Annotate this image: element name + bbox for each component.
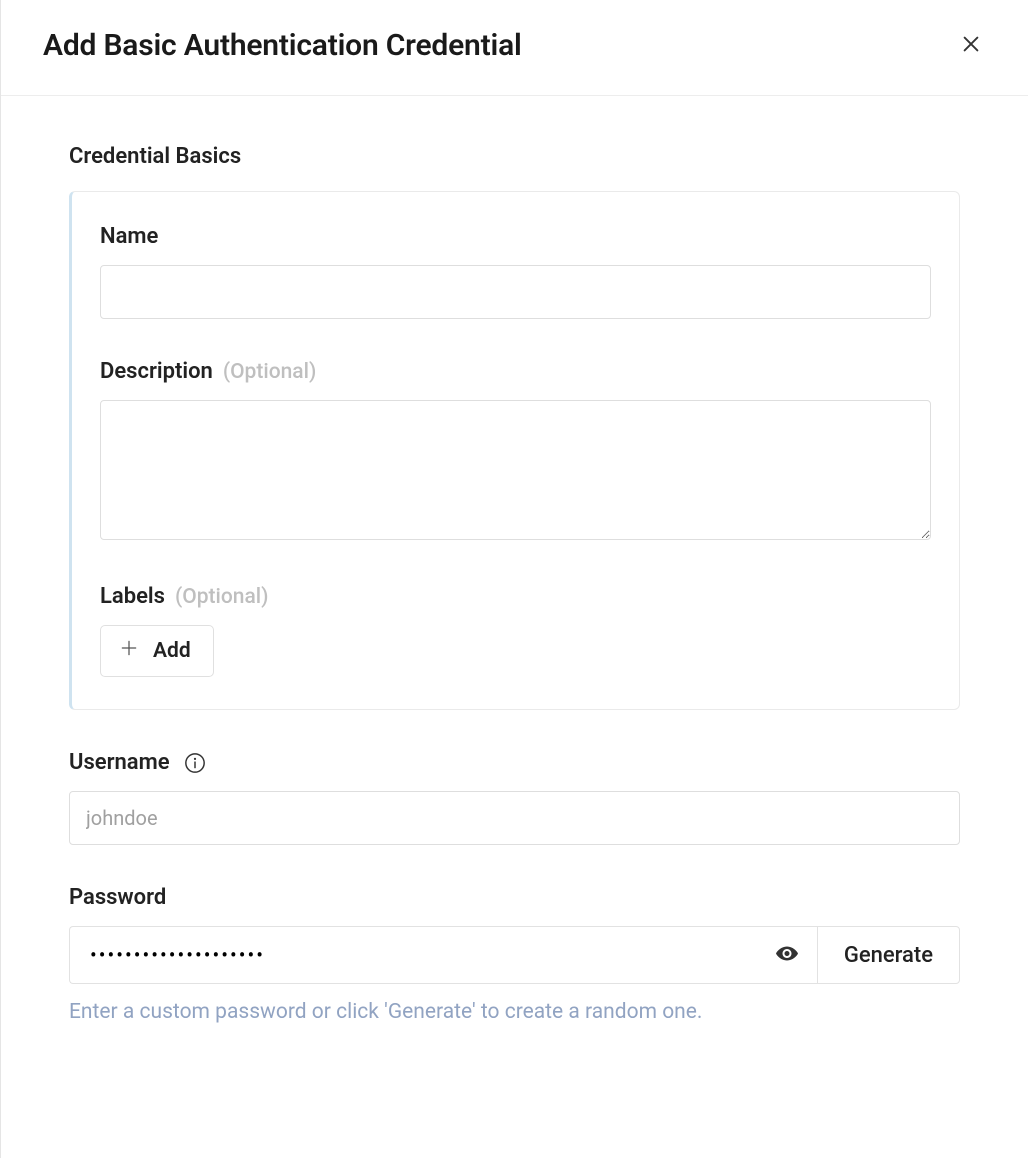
dialog-title: Add Basic Authentication Credential <box>43 28 522 63</box>
password-row: Generate <box>69 926 960 984</box>
section-title-basics: Credential Basics <box>69 144 960 169</box>
close-button[interactable] <box>956 29 986 62</box>
labels-field-group: Labels (Optional) Add <box>100 584 931 677</box>
credential-basics-card: Name Description (Optional) Labels (Opti… <box>69 191 960 710</box>
name-input[interactable] <box>100 265 931 319</box>
description-optional-tag: (Optional) <box>223 360 317 384</box>
toggle-password-visibility-button[interactable] <box>771 938 803 973</box>
password-field-group: Password Generate Enter a custom passwor… <box>69 885 960 1024</box>
add-label-button[interactable]: Add <box>100 625 214 677</box>
password-label: Password <box>69 885 166 910</box>
dialog-header: Add Basic Authentication Credential <box>1 0 1028 96</box>
username-field-group: Username <box>69 750 960 845</box>
description-label: Description <box>100 359 213 384</box>
description-field-group: Description (Optional) <box>100 359 931 544</box>
name-field-group: Name <box>100 224 931 319</box>
username-label: Username <box>69 750 170 775</box>
username-input[interactable] <box>69 791 960 845</box>
password-hint: Enter a custom password or click 'Genera… <box>69 1000 960 1024</box>
plus-icon <box>119 638 139 664</box>
name-label: Name <box>100 224 158 249</box>
description-input[interactable] <box>100 400 931 540</box>
info-icon[interactable] <box>184 752 206 774</box>
dialog-content: Credential Basics Name Description (Opti… <box>1 96 1028 1104</box>
labels-label: Labels <box>100 584 165 609</box>
labels-optional-tag: (Optional) <box>175 585 269 609</box>
generate-password-button[interactable]: Generate <box>817 926 960 984</box>
close-icon <box>960 33 982 58</box>
password-input[interactable] <box>69 926 817 984</box>
add-label-text: Add <box>153 639 191 663</box>
password-input-wrap <box>69 926 817 984</box>
eye-icon <box>775 942 799 969</box>
